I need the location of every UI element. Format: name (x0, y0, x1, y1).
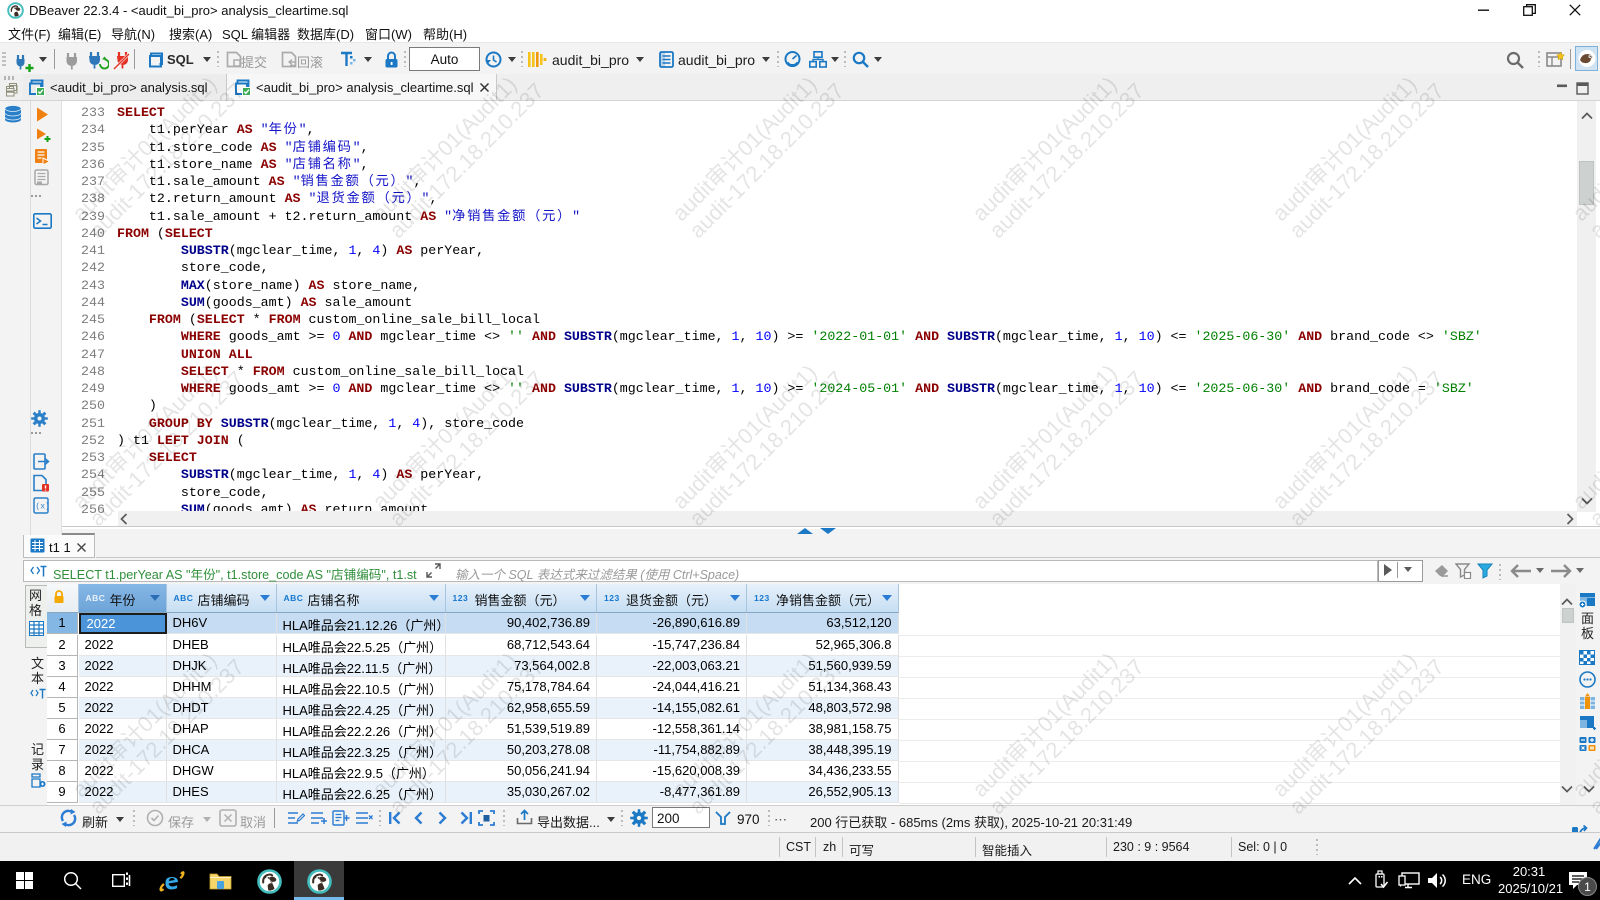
svg-text:(x): (x) (35, 503, 49, 512)
